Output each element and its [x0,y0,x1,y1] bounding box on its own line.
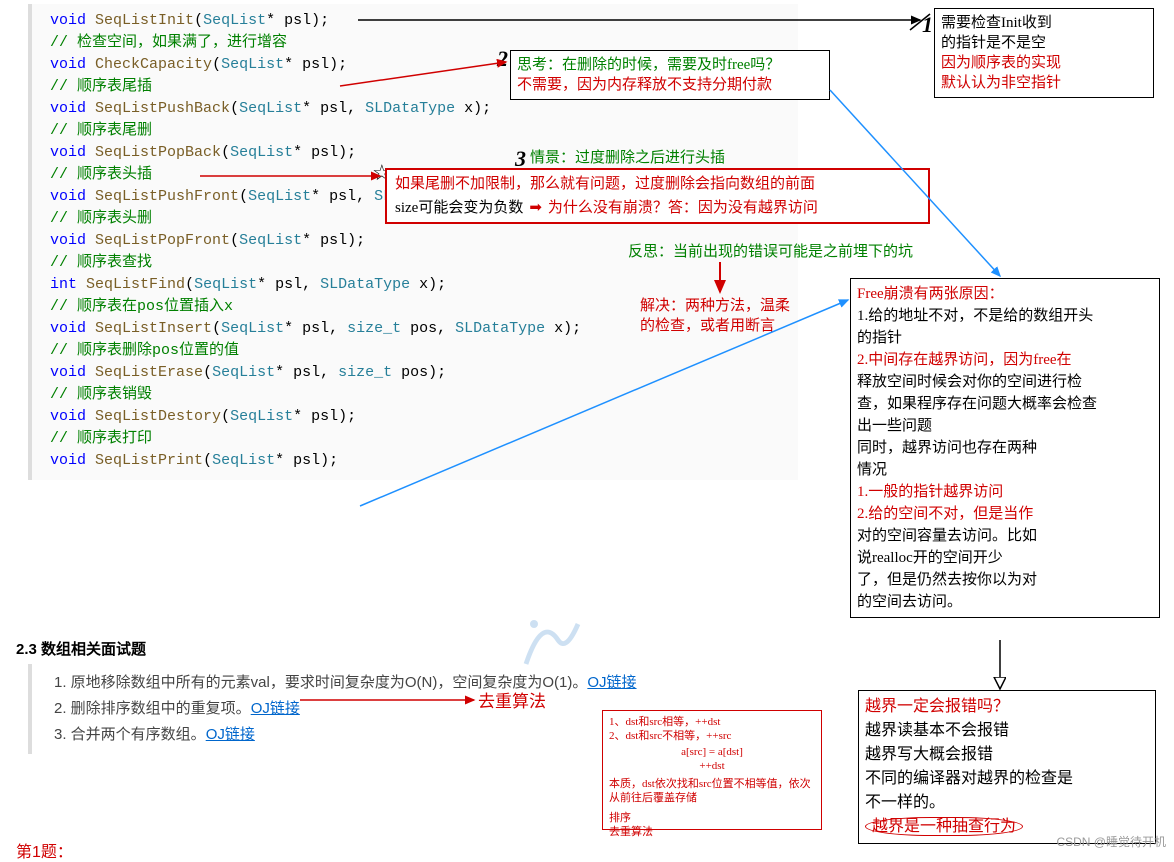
oj-link-3[interactable]: OJ链接 [206,726,255,743]
code-line: void SeqListDestory(SeqList* psl); [50,406,788,428]
section-heading: 2.3 数组相关面试题 [16,638,146,659]
marker-1: 1 [922,12,933,38]
code-line: void SeqListPushBack(SeqList* psl, SLDat… [50,98,788,120]
code-line: void SeqListErase(SeqList* psl, size_t p… [50,362,788,384]
code-line: int SeqListFind(SeqList* psl, SLDataType… [50,274,788,296]
oj-link-1[interactable]: OJ链接 [587,674,636,691]
dedup-label: 去重算法 [478,692,546,712]
code-comment: // 顺序表删除pos位置的值 [50,340,788,362]
reflection-note: 反思：当前出现的错误可能是之前埋下的坑 [628,242,913,262]
oj-link-2[interactable]: OJ链接 [251,700,300,717]
init-check-note: 需要检查Init收到 的指针是不是空 因为顺序表的实现 默认认为非空指针 [934,8,1154,98]
question-1-label: 第1题： [16,838,73,862]
over-delete-warning: 如果尾删不加限制，那么就有问题，过度删除会指向数组的前面 size可能会变为负数… [385,168,930,224]
solution-note: 解决：两种方法，温柔 的检查，或者用断言 [640,296,790,336]
code-comment: // 顺序表打印 [50,428,788,450]
code-comment: // 顺序表销毁 [50,384,788,406]
oob-behavior-note: 越界一定会报错吗？ 越界读基本不会报错 越界写大概会报错 不同的编译器对越界的检… [858,690,1156,844]
algorithm-steps: 1、dst和src相等，++dst 2、dst和src不相等，++src a[s… [602,710,822,830]
scenario-note: 情景：过度删除之后进行头插 [530,148,725,168]
code-line: void SeqListPrint(SeqList* psl); [50,450,788,472]
watermark-icon [510,600,590,680]
list-item: 1. 原地移除数组中所有的元素val，要求时间复杂度为O(N)，空间复杂度为O(… [54,670,818,696]
code-line: void SeqListInit(SeqList* psl); [50,10,788,32]
marker-2: 2 [497,46,508,72]
code-comment: // 顺序表尾删 [50,120,788,142]
csdn-watermark: CSDN @睡觉待开机 [1056,833,1166,850]
free-crash-causes: Free崩溃有两张原因： 1.给的地址不对，不是给的数组开头 的指针 2.中间存… [850,278,1160,618]
think-free-note: 思考：在删除的时候，需要及时free吗？ 不需要，因为内存释放不支持分期付款 [510,50,830,100]
arrow-right-icon: ➡ [529,198,542,218]
